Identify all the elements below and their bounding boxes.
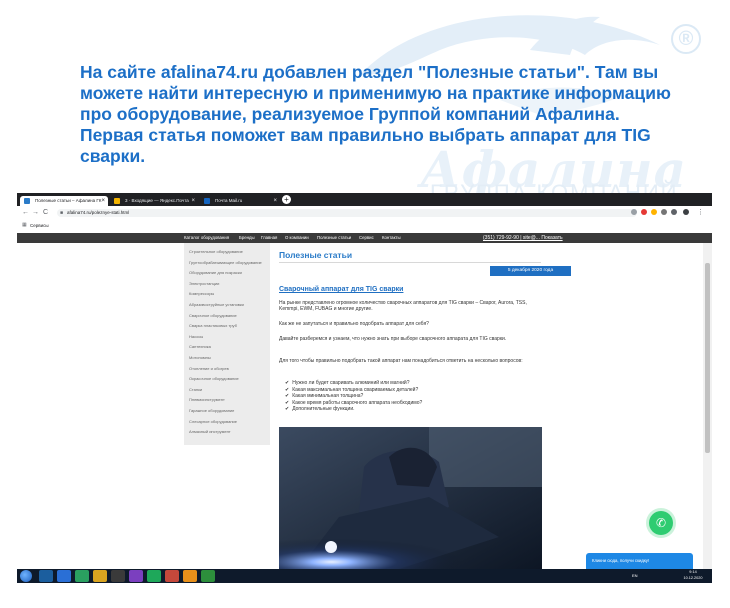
checkmark-icon: ✔	[285, 386, 290, 393]
tab-poleznye-stati[interactable]: Полезные статьи – Афалина ГК ×	[20, 196, 108, 206]
extensions-puzzle-icon[interactable]	[671, 209, 677, 215]
list-item: ✔ Какая максимальная толщина свариваемых …	[285, 386, 419, 393]
nav-home[interactable]: Главная	[261, 233, 277, 243]
profile-avatar-icon[interactable]	[683, 209, 689, 215]
forward-icon[interactable]: →	[32, 209, 39, 217]
extension-icon[interactable]	[661, 209, 667, 215]
browser-tab-bar: Полезные статьи – Афалина ГК × 3 · Входя…	[17, 193, 712, 206]
mail-favicon-icon	[114, 198, 120, 204]
sidebar-item[interactable]: Строительное оборудование	[189, 249, 243, 254]
sidebar-item[interactable]: Компрессоры	[189, 291, 214, 296]
extension-icon[interactable]	[641, 209, 647, 215]
article-paragraph: Для того чтобы правильно подобрать такой…	[279, 358, 523, 364]
close-tab-icon[interactable]: ×	[101, 196, 105, 206]
bookmark-services[interactable]: Сервисы	[30, 220, 49, 231]
media-icon[interactable]	[93, 570, 107, 582]
chat-widget[interactable]: Кликни сюда, получи скидку!	[586, 553, 693, 569]
sidebar-item[interactable]: Станки	[189, 387, 202, 392]
title-divider	[279, 262, 541, 263]
sidebar-item[interactable]: Сварочное оборудование	[189, 313, 237, 318]
announcement-headline: На сайте afalina74.ru добавлен раздел "П…	[80, 62, 671, 166]
call-button[interactable]: ✆	[649, 511, 673, 535]
address-toolbar: ← → C ■ afalina74.ru/poleznye-stati.html…	[17, 206, 712, 221]
article-title-link[interactable]: Сварочный аппарат для TIG сварки	[279, 286, 403, 293]
sidebar-item[interactable]: Алмазный инструмент	[189, 429, 231, 434]
mail-favicon-icon	[204, 198, 210, 204]
browser-icon[interactable]	[57, 570, 71, 582]
tab-mail-ru[interactable]: Почта Mail.ru ×	[200, 196, 280, 206]
tab-yandex-mail[interactable]: 3 · Входящие — Яндекс.Почта ×	[110, 196, 198, 206]
browser-screenshot: Полезные статьи – Афалина ГК × 3 · Входя…	[17, 193, 712, 583]
article-paragraph: На рынке представлено огромное количеств…	[279, 300, 527, 313]
nav-catalog[interactable]: Каталог оборудования	[184, 233, 229, 243]
list-item: ✔ Какая минимальная толщина?	[285, 393, 364, 400]
checkmark-icon: ✔	[285, 406, 290, 413]
close-tab-icon[interactable]: ×	[191, 196, 195, 206]
page-title: Полезные статьи	[279, 250, 353, 260]
viber-icon[interactable]	[129, 570, 143, 582]
windows-taskbar: EN 9:14 10.12.2020	[17, 569, 712, 583]
sidebar-item[interactable]: Мотопомпы	[189, 355, 211, 360]
site-favicon-icon	[24, 198, 30, 204]
registered-mark: ®	[671, 24, 701, 54]
checkmark-icon: ✔	[285, 393, 290, 400]
questions-list: ✔ Нужно ли будет сваривать алюминий или м…	[285, 380, 422, 413]
files-icon[interactable]	[111, 570, 125, 582]
star-icon[interactable]	[631, 209, 637, 215]
clock-date: 10.12.2020	[683, 575, 703, 580]
nav-contacts[interactable]: Контакты	[382, 233, 401, 243]
list-item: ✔ Какое время работы сварочного аппарата …	[285, 399, 423, 406]
start-button[interactable]	[20, 570, 32, 582]
scrollbar-thumb[interactable]	[705, 263, 710, 453]
nav-service[interactable]: Сервис	[359, 233, 374, 243]
chrome-icon[interactable]	[75, 570, 89, 582]
nav-about[interactable]: О компании	[285, 233, 309, 243]
article-paragraph: Как же не запутаться и правильно подобра…	[279, 321, 429, 327]
list-item: ✔ Дополнительные функции.	[285, 406, 355, 413]
sidebar-item[interactable]: Насосы	[189, 334, 203, 339]
tab-label: Почта Mail.ru	[215, 198, 243, 203]
apps-grid-icon[interactable]: ▦	[22, 220, 27, 231]
sidebar-item[interactable]: Гаражное оборудование	[189, 408, 234, 413]
site-top-nav: Каталог оборудования Бренды Главная О ко…	[17, 233, 712, 243]
sidebar-item[interactable]: Абразивоструйные установки	[189, 302, 244, 307]
tab-label: 3 · Входящие — Яндекс.Почта	[125, 198, 189, 203]
extension-icon[interactable]	[651, 209, 657, 215]
sidebar-item[interactable]: Электростанции	[189, 281, 219, 286]
back-icon[interactable]: ←	[22, 209, 29, 217]
explorer-icon[interactable]	[39, 570, 53, 582]
list-item: ✔ Нужно ли будет сваривать алюминий или м…	[285, 380, 410, 386]
system-clock[interactable]: 9:14 10.12.2020	[679, 570, 707, 581]
menu-icon[interactable]: ⋮	[697, 209, 704, 217]
tig-welder-photo	[279, 427, 542, 569]
bookmarks-bar: ▦ Сервисы	[17, 220, 712, 231]
nav-brands[interactable]: Бренды	[239, 233, 255, 243]
new-tab-button[interactable]: +	[282, 195, 291, 204]
checkmark-icon: ✔	[285, 380, 290, 386]
tab-label: Полезные статьи – Афалина ГК	[35, 198, 102, 203]
close-tab-icon[interactable]: ×	[273, 196, 277, 206]
sidebar-item[interactable]: Пневмоинструмент	[189, 397, 225, 402]
chrome-icon[interactable]	[147, 570, 161, 582]
sidebar-item[interactable]: Оборудование для покраски	[189, 270, 242, 275]
sidebar-item[interactable]: Грунтообрабатывающее оборудование	[189, 260, 262, 265]
sidebar-item[interactable]: Сантехника	[189, 344, 211, 349]
app-icon[interactable]	[183, 570, 197, 582]
article-paragraph: Давайте разберемся и узнаем, что нужно з…	[279, 336, 507, 342]
excel-icon[interactable]	[201, 570, 215, 582]
header-phone[interactable]: (351) 729-92-90 | site@... Показать	[483, 233, 563, 243]
nav-articles[interactable]: Полезные статьи	[317, 233, 351, 243]
url-bar[interactable]: ■ afalina74.ru/poleznye-stati.html	[57, 209, 637, 217]
app-icon[interactable]	[165, 570, 179, 582]
reload-icon[interactable]: C	[43, 209, 48, 217]
checkmark-icon: ✔	[285, 399, 290, 406]
lock-icon: ■	[60, 210, 64, 216]
sidebar-item[interactable]: Отопление и обогрев	[189, 366, 229, 371]
sidebar-item[interactable]: Слесарное оборудование	[189, 419, 237, 424]
sidebar-item[interactable]: Окрасочное оборудование	[189, 376, 239, 381]
article-date-badge: 5 декабря 2020 года	[490, 266, 571, 276]
url-text: afalina74.ru/poleznye-stati.html	[67, 210, 130, 215]
language-indicator[interactable]: EN	[632, 569, 638, 583]
sidebar-item[interactable]: Сварка пластиковых труб	[189, 323, 237, 328]
